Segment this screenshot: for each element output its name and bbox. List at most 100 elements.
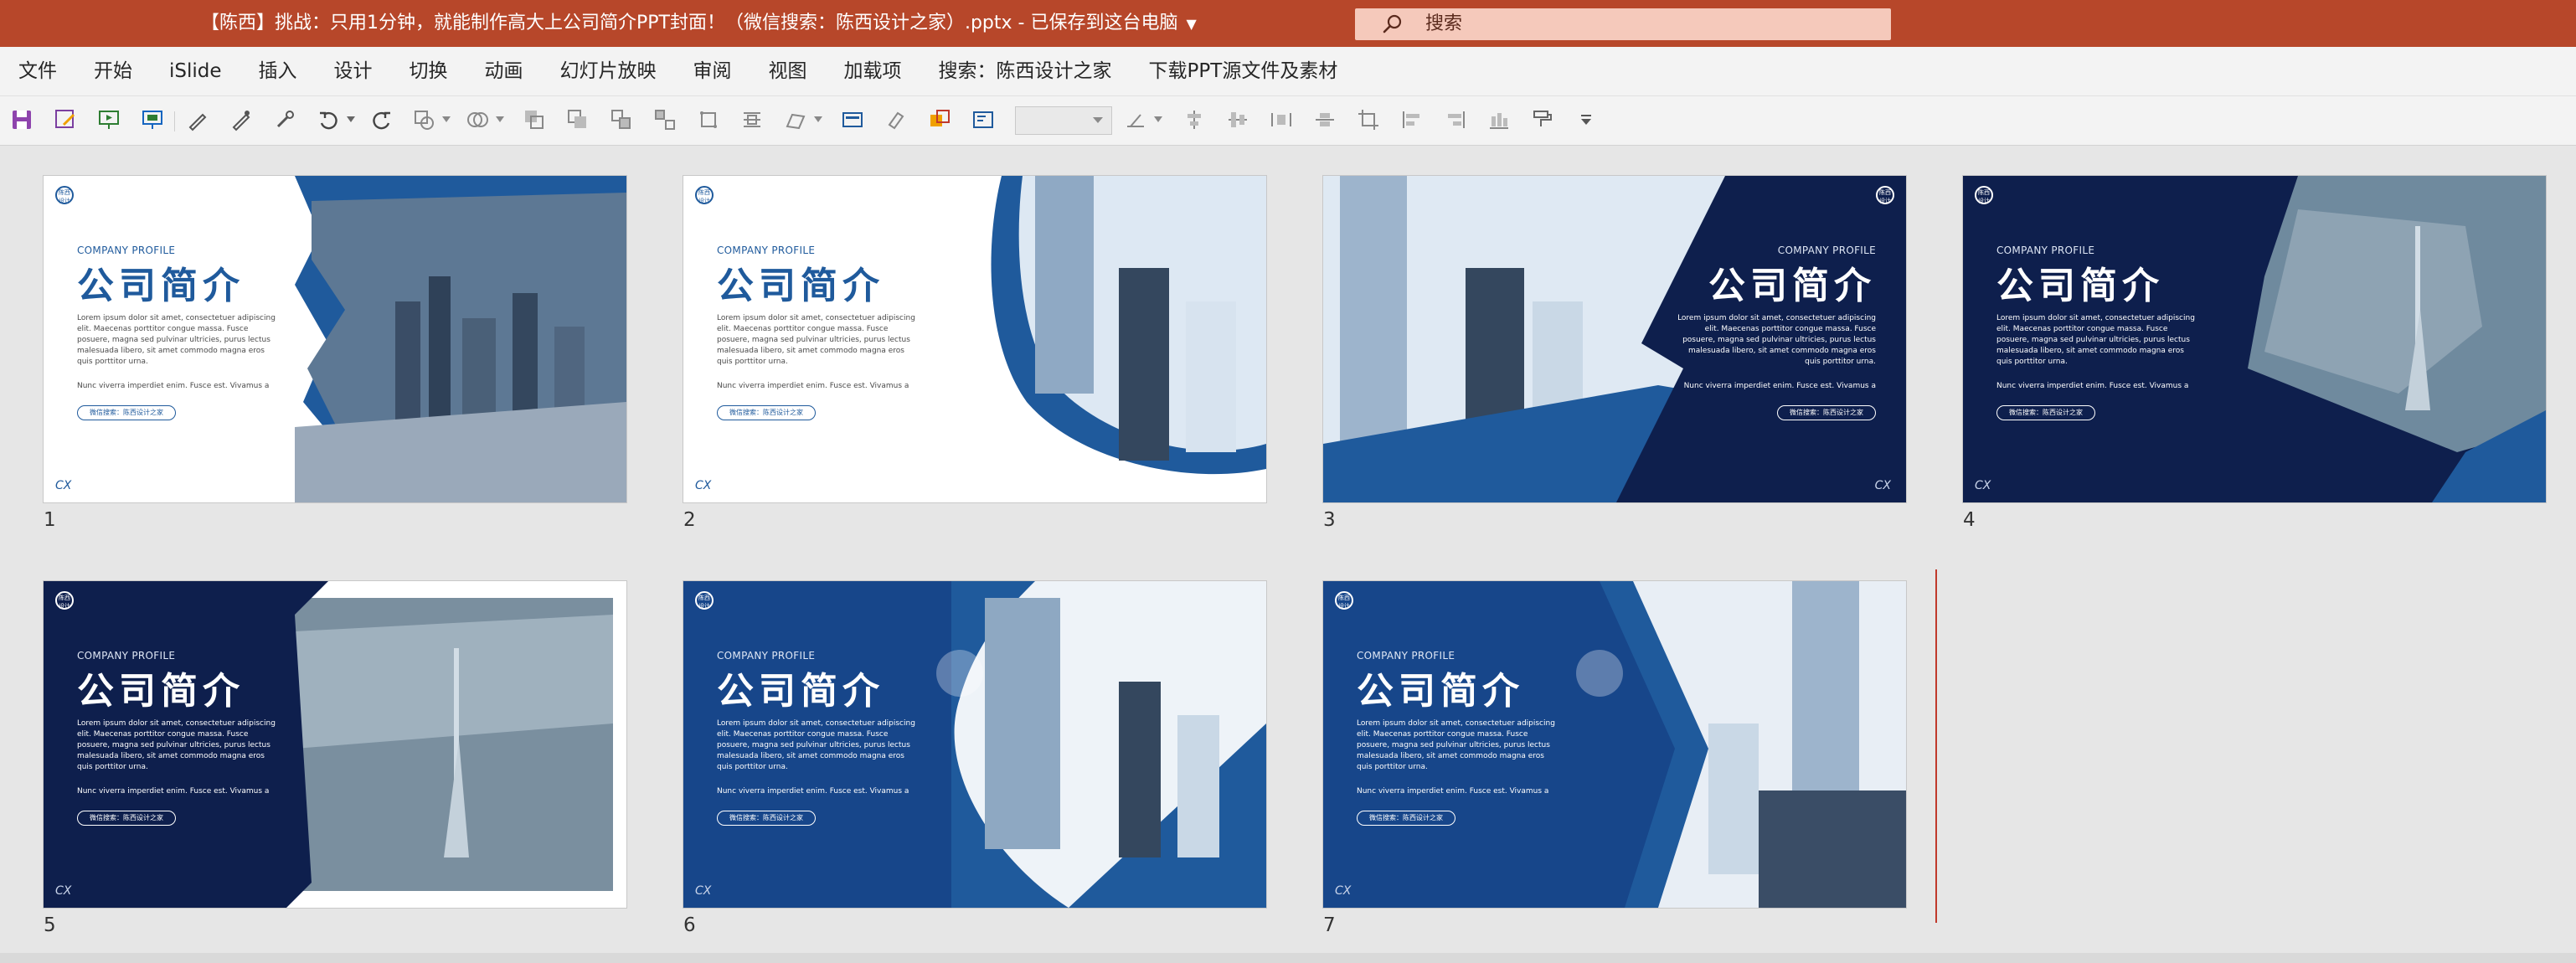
brand-logo: 陈西设计 (55, 186, 74, 204)
align-top-icon[interactable] (1400, 108, 1424, 131)
tab-view[interactable]: 视图 (750, 47, 826, 95)
document-title[interactable]: 【陈西】挑战：只用1分钟，就能制作高大上公司简介PPT封面！（微信搜索：陈西设计… (201, 10, 1197, 38)
tab-slideshow[interactable]: 幻灯片放映 (542, 47, 675, 95)
tab-search-designer[interactable]: 搜索：陈西设计之家 (920, 47, 1131, 95)
slide-subtitle: COMPANY PROFILE (1777, 245, 1876, 256)
slide-thumbnail-4[interactable]: 陈西设计 COMPANY PROFILE 公司简介 Lorem ipsum do… (1963, 176, 2546, 502)
slide-body: Lorem ipsum dolor sit amet, consectetuer… (77, 719, 276, 771)
status-strip (0, 953, 2576, 963)
shape-dropdown-icon[interactable] (442, 116, 451, 123)
slide-footer: CX (1874, 479, 1891, 492)
present-icon[interactable] (97, 108, 121, 131)
slide-thumbnail-7[interactable]: 陈西设计 COMPANY PROFILE 公司简介 Lorem ipsum do… (1323, 581, 1906, 908)
slide-footer: CX (695, 884, 712, 898)
brand-logo: 陈西设计 (695, 591, 714, 610)
pen-icon[interactable] (186, 108, 209, 131)
slide-footer: CX (1335, 884, 1352, 898)
crop-icon[interactable] (697, 108, 720, 131)
font-size-combo[interactable] (1015, 106, 1112, 135)
format-icon[interactable] (784, 108, 807, 131)
brand-logo: 陈西设计 (1335, 591, 1353, 610)
slide-body-2: Nunc viverra imperdiet enim. Fusce est. … (1996, 382, 2189, 390)
slide-pill: 微信搜索：陈西设计之家 (717, 405, 816, 420)
rotate-dropdown-icon[interactable] (1154, 116, 1162, 123)
slide-subtitle: COMPANY PROFILE (77, 650, 176, 662)
slide-thumbnail-5[interactable]: 陈西设计 COMPANY PROFILE 公司简介 Lorem ipsum do… (44, 581, 626, 908)
tab-file[interactable]: 文件 (0, 47, 75, 95)
highlight-icon[interactable] (928, 108, 951, 131)
slide-number-5: 5 (44, 914, 56, 936)
tab-download[interactable]: 下载PPT源文件及素材 (1131, 47, 1357, 95)
slide-thumbnail-1[interactable]: 陈西设计 COMPANY PROFILE 公司简介 Lorem ipsum do… (44, 176, 626, 502)
search-placeholder: 搜索 (1425, 13, 1463, 34)
eyedropper-icon[interactable] (273, 108, 296, 131)
slide-number-6: 6 (683, 914, 696, 936)
search-icon (1383, 14, 1402, 33)
pen-alt-icon[interactable] (229, 108, 253, 131)
align-center-icon[interactable] (1226, 108, 1249, 131)
align-left-icon[interactable] (1182, 108, 1206, 131)
slide-body: Lorem ipsum dolor sit amet, consectetuer… (717, 314, 915, 366)
search-box[interactable]: 搜索 (1355, 8, 1891, 40)
slide-subtitle: COMPANY PROFILE (717, 245, 816, 256)
merge-dropdown-icon[interactable] (496, 116, 504, 123)
slide-subtitle: COMPANY PROFILE (77, 245, 176, 256)
slide-body-2: Nunc viverra imperdiet enim. Fusce est. … (717, 787, 909, 796)
title-bar: 【陈西】挑战：只用1分钟，就能制作高大上公司简介PPT封面！（微信搜索：陈西设计… (0, 0, 2576, 47)
group-icon[interactable] (610, 108, 633, 131)
rotate-icon[interactable] (1124, 108, 1147, 131)
slide-thumbnail-6[interactable]: 陈西设计 COMPANY PROFILE 公司简介 Lorem ipsum do… (683, 581, 1266, 908)
shape-icon[interactable] (412, 108, 435, 131)
selection-icon[interactable] (884, 108, 908, 131)
undo-dropdown-icon[interactable] (347, 116, 355, 123)
paint-icon[interactable] (841, 108, 864, 131)
undo-icon[interactable] (317, 108, 340, 131)
slide-footer: CX (695, 479, 712, 492)
save-as-icon[interactable] (54, 108, 77, 131)
slide-pill: 微信搜索：陈西设计之家 (717, 811, 816, 826)
present-from-current-icon[interactable] (141, 108, 164, 131)
tab-addins[interactable]: 加载项 (826, 47, 920, 95)
slide-body-2: Nunc viverra imperdiet enim. Fusce est. … (1683, 382, 1876, 390)
slide-subtitle: COMPANY PROFILE (717, 650, 816, 662)
send-backward-icon[interactable] (566, 108, 590, 131)
slide-subtitle: COMPANY PROFILE (1357, 650, 1455, 662)
brand-logo: 陈西设计 (1876, 186, 1894, 204)
slide-pill: 微信搜索：陈西设计之家 (77, 405, 176, 420)
redo-icon[interactable] (370, 108, 394, 131)
align-bottom-icon[interactable] (1444, 108, 1467, 131)
slide-footer: CX (1975, 479, 1991, 492)
slide-number-4: 4 (1963, 509, 1976, 531)
slide-title: 公司简介 (1708, 265, 1876, 307)
format-painter-icon[interactable] (1531, 108, 1554, 131)
slide-body-2: Nunc viverra imperdiet enim. Fusce est. … (77, 382, 270, 390)
tab-design[interactable]: 设计 (316, 47, 391, 95)
slide-title: 公司简介 (717, 670, 884, 713)
distribute-h-icon[interactable] (1487, 108, 1511, 131)
crop-alt-icon[interactable] (1357, 108, 1380, 131)
align-right-icon[interactable] (1270, 108, 1293, 131)
distribute-icon[interactable] (1313, 108, 1337, 131)
brand-logo: 陈西设计 (1975, 186, 1993, 204)
align-icon[interactable] (740, 108, 764, 131)
ungroup-icon[interactable] (653, 108, 677, 131)
tab-home[interactable]: 开始 (75, 47, 151, 95)
merge-shapes-icon[interactable] (466, 108, 489, 131)
bring-forward-icon[interactable] (523, 108, 546, 131)
tab-animations[interactable]: 动画 (466, 47, 542, 95)
tab-islide[interactable]: iSlide (151, 47, 240, 95)
chevron-down-icon[interactable]: ▼ (1186, 11, 1196, 38)
slide-pill: 微信搜索：陈西设计之家 (1777, 405, 1876, 420)
slide-thumbnail-3[interactable]: 陈西设计 COMPANY PROFILE 公司简介 Lorem ipsum do… (1323, 176, 1906, 502)
customize-toolbar-icon[interactable] (1574, 108, 1598, 131)
slide-pill: 微信搜索：陈西设计之家 (77, 811, 176, 826)
tab-transitions[interactable]: 切换 (391, 47, 466, 95)
tab-review[interactable]: 审阅 (675, 47, 750, 95)
format-dropdown-icon[interactable] (814, 116, 822, 123)
text-box-icon[interactable] (971, 108, 995, 131)
tab-insert[interactable]: 插入 (240, 47, 316, 95)
slide-sorter: 陈西设计 COMPANY PROFILE 公司简介 Lorem ipsum do… (0, 146, 2576, 953)
brand-logo: 陈西设计 (695, 186, 714, 204)
save-icon[interactable] (10, 108, 33, 131)
slide-thumbnail-2[interactable]: 陈西设计 COMPANY PROFILE 公司简介 Lorem ipsum do… (683, 176, 1266, 502)
